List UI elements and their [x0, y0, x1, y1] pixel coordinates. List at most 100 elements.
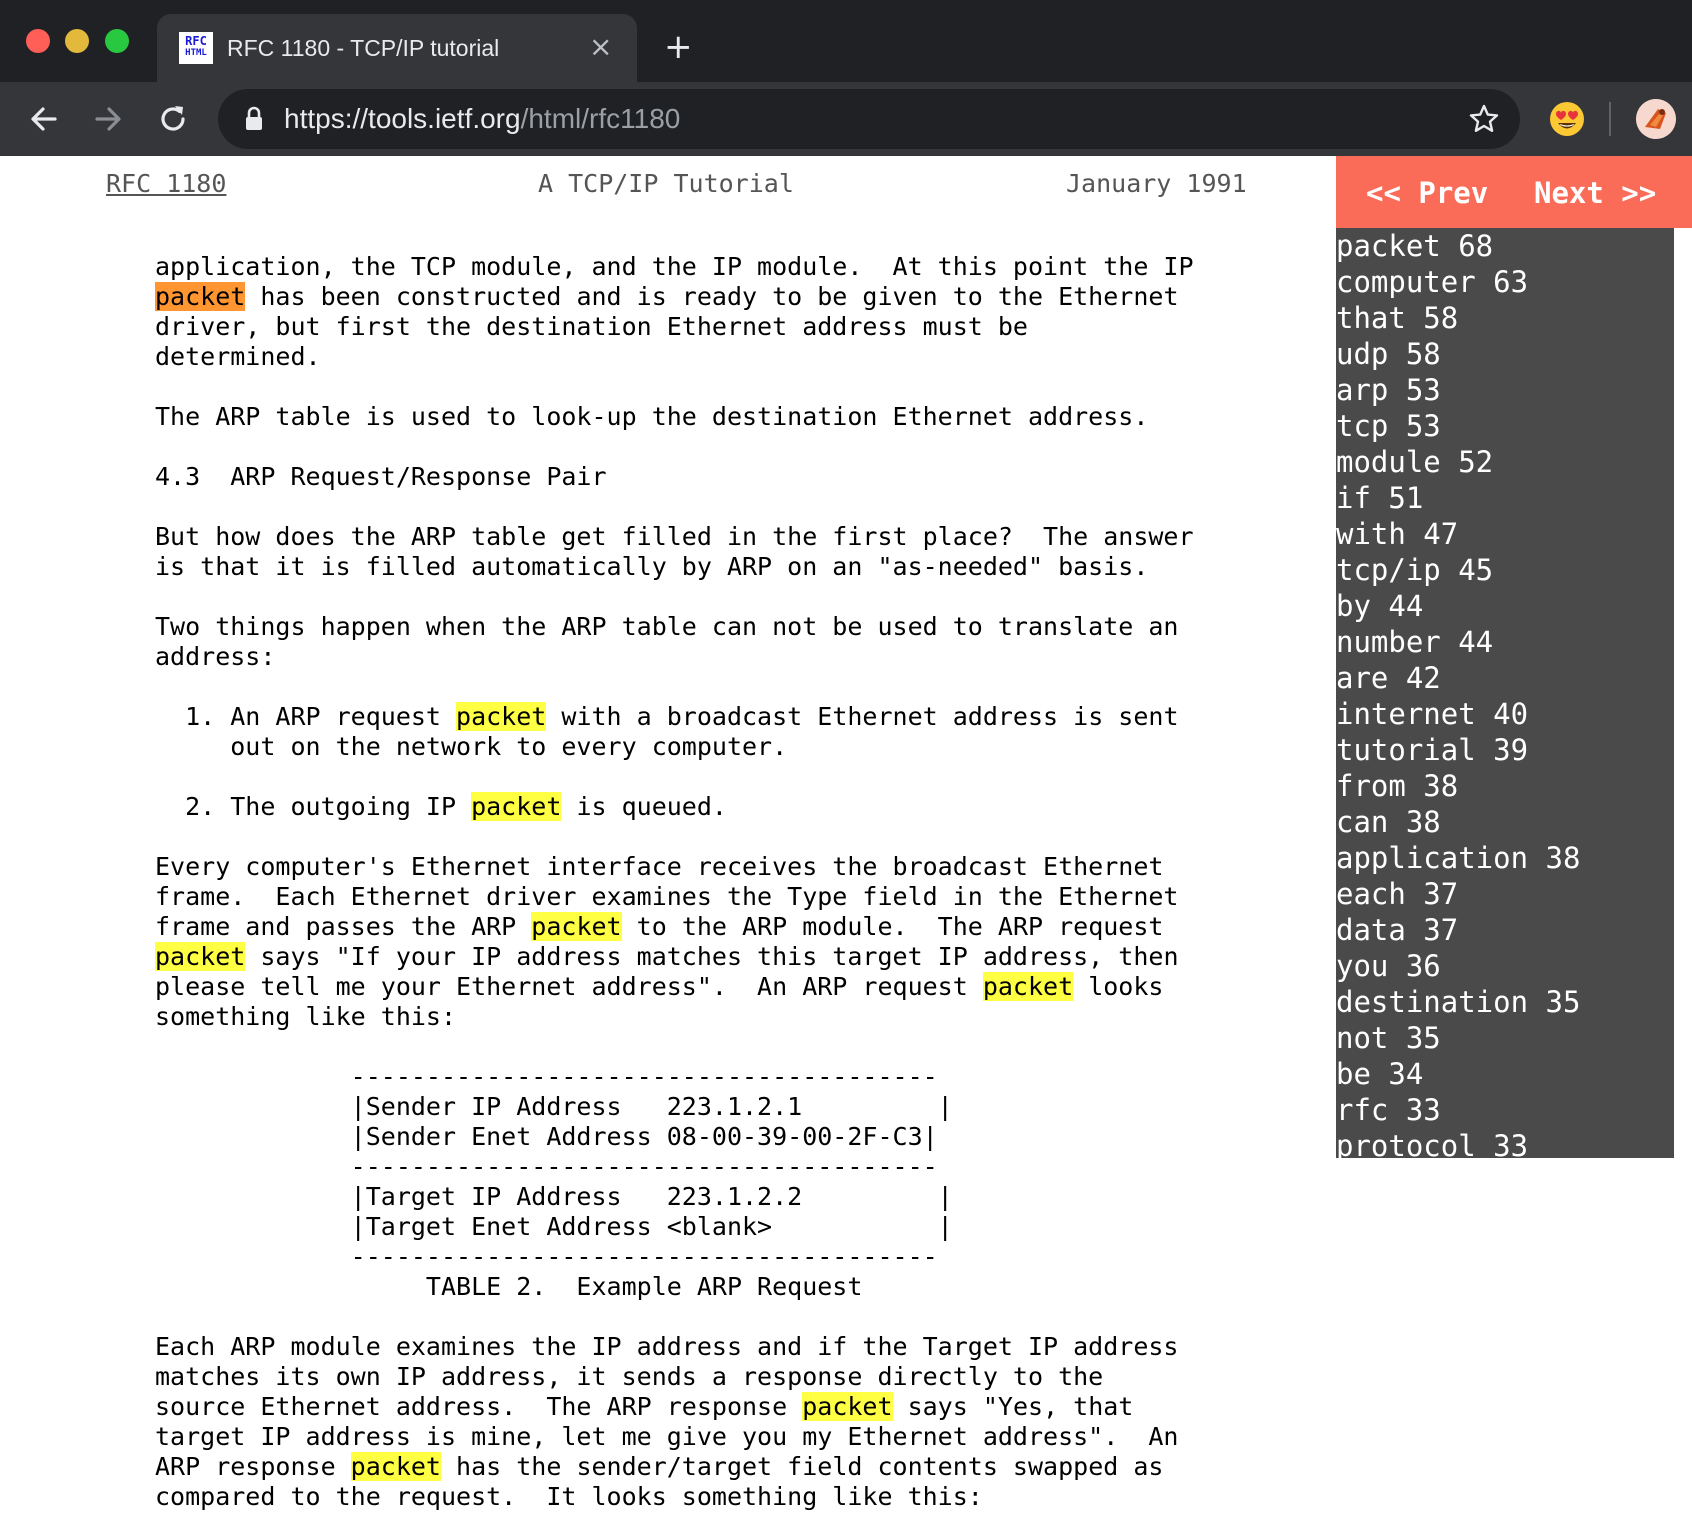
text-line: Every computer's Ethernet interface rece… — [155, 852, 1194, 882]
text-segment: 4.3 ARP Request/Response Pair — [155, 462, 607, 491]
text-segment: says "If your IP address matches this ta… — [245, 942, 1179, 971]
page-content: RFC 1180 A TCP/IP Tutorial January 1991 … — [0, 156, 1692, 1530]
word-frequency-item[interactable]: by 44 — [1336, 588, 1674, 624]
word-frequency-item[interactable]: can 38 — [1336, 804, 1674, 840]
star-icon[interactable] — [1468, 103, 1500, 135]
text-line — [155, 582, 1194, 612]
close-window-button[interactable] — [26, 29, 50, 53]
text-line: application, the TCP module, and the IP … — [155, 252, 1194, 282]
search-navigation-bar: << Prev Next >> — [1336, 156, 1692, 228]
search-match-highlight: packet — [155, 942, 246, 971]
new-tab-button[interactable]: + — [664, 30, 693, 64]
word-frequency-item[interactable]: destination 35 — [1336, 984, 1674, 1020]
word-frequency-item[interactable]: udp 58 — [1336, 336, 1674, 372]
text-line: frame. Each Ethernet driver examines the… — [155, 882, 1194, 912]
text-line — [155, 1032, 1194, 1062]
text-segment: --------------------------------------- — [155, 1152, 938, 1181]
word-frequency-item[interactable]: if 51 — [1336, 480, 1674, 516]
favicon-text-rfc: RFC — [185, 34, 207, 48]
word-frequency-item[interactable]: not 35 — [1336, 1020, 1674, 1056]
text-line: compared to the request. It looks someth… — [155, 1482, 1194, 1512]
tab-strip: RFC HTML RFC 1180 - TCP/IP tutorial × + — [0, 0, 1692, 82]
text-segment: has been constructed and is ready to be … — [245, 282, 1179, 311]
rfc-page-header: RFC 1180 A TCP/IP Tutorial January 1991 — [106, 164, 1256, 204]
word-frequency-item[interactable]: rfc 33 — [1336, 1092, 1674, 1128]
text-segment: --------------------------------------- — [155, 1062, 938, 1091]
word-frequency-item[interactable]: application 38 — [1336, 840, 1674, 876]
word-frequency-list: packet 68 computer 63 that 58 udp 58 arp 53 t… — [1336, 228, 1674, 1158]
address-bar[interactable]: https://tools.ietf.org/html/rfc1180 — [218, 89, 1520, 149]
toolbar-separator — [1609, 102, 1611, 136]
text-segment: 2. The outgoing IP — [155, 792, 472, 821]
word-frequency-item[interactable]: number 44 — [1336, 624, 1674, 660]
word-frequency-item[interactable]: tutorial 39 — [1336, 732, 1674, 768]
heart-eyes-emoji-icon[interactable] — [1548, 100, 1586, 138]
text-line: --------------------------------------- — [155, 1242, 1194, 1272]
text-segment: 1. An ARP request — [155, 702, 457, 731]
word-frequency-item[interactable]: module 52 — [1336, 444, 1674, 480]
word-frequency-item[interactable]: computer 63 — [1336, 264, 1674, 300]
browser-tab[interactable]: RFC HTML RFC 1180 - TCP/IP tutorial × — [157, 14, 637, 82]
next-match-button[interactable]: Next >> — [1534, 176, 1656, 210]
text-line: matches its own IP address, it sends a r… — [155, 1362, 1194, 1392]
text-line — [155, 762, 1194, 792]
text-segment: Two things happen when the ARP table can… — [155, 612, 1179, 641]
word-frequency-item[interactable]: tcp 53 — [1336, 408, 1674, 444]
minimize-window-button[interactable] — [65, 29, 89, 53]
back-arrow-icon[interactable] — [25, 100, 63, 138]
reload-icon[interactable] — [154, 100, 192, 138]
word-frequency-item[interactable]: internet 40 — [1336, 696, 1674, 732]
text-line — [155, 372, 1194, 402]
word-frequency-item[interactable]: each 37 — [1336, 876, 1674, 912]
tab-title: RFC 1180 - TCP/IP tutorial — [227, 35, 500, 61]
search-match-highlight: packet — [471, 792, 562, 821]
text-segment: |Sender IP Address 223.1.2.1 | — [155, 1092, 953, 1121]
maximize-window-button[interactable] — [105, 29, 129, 53]
text-segment: says "Yes, that — [892, 1392, 1134, 1421]
avatar-illustration — [1636, 99, 1676, 139]
profile-avatar-icon[interactable] — [1636, 99, 1676, 139]
search-match-highlight: packet — [982, 972, 1074, 1001]
text-line: --------------------------------------- — [155, 1062, 1194, 1092]
text-line: packet says "If your IP address matches … — [155, 942, 1194, 972]
text-line: |Sender Enet Address 08-00-39-00-2F-C3| — [155, 1122, 1194, 1152]
word-frequency-item[interactable]: data 37 — [1336, 912, 1674, 948]
rfc-number-link[interactable]: RFC 1180 — [106, 164, 226, 204]
word-frequency-item[interactable]: are 42 — [1336, 660, 1674, 696]
text-line: TABLE 2. Example ARP Request — [155, 1272, 1194, 1302]
text-line: frame and passes the ARP packet to the A… — [155, 912, 1194, 942]
text-segment: matches its own IP address, it sends a r… — [155, 1362, 1104, 1391]
text-line: is that it is filled automatically by AR… — [155, 552, 1194, 582]
text-segment: driver, but first the destination Ethern… — [155, 312, 1028, 341]
rfc-date: January 1991 — [1066, 169, 1247, 198]
lock-icon[interactable] — [244, 106, 264, 132]
text-line: address: — [155, 642, 1194, 672]
forward-arrow-icon[interactable] — [89, 100, 127, 138]
tab-close-button[interactable]: × — [589, 32, 612, 62]
url-text[interactable]: https://tools.ietf.org/html/rfc1180 — [284, 102, 680, 136]
text-line: |Target Enet Address <blank> | — [155, 1212, 1194, 1242]
text-line: driver, but first the destination Ethern… — [155, 312, 1194, 342]
word-frequency-item[interactable]: from 38 — [1336, 768, 1674, 804]
word-frequency-item[interactable]: be 34 — [1336, 1056, 1674, 1092]
text-segment: frame and passes the ARP — [155, 912, 532, 941]
text-line — [155, 1302, 1194, 1332]
text-line: target IP address is mine, let me give y… — [155, 1422, 1194, 1452]
word-frequency-item[interactable]: packet 68 — [1336, 228, 1674, 264]
text-segment: source Ethernet address. The ARP respons… — [155, 1392, 803, 1421]
prev-match-button[interactable]: << Prev — [1366, 176, 1488, 210]
word-frequency-item[interactable]: that 58 — [1336, 300, 1674, 336]
word-frequency-item[interactable]: tcp/ip 45 — [1336, 552, 1674, 588]
text-segment: address: — [155, 642, 276, 671]
text-segment: is queued. — [561, 792, 727, 821]
word-frequency-item[interactable]: with 47 — [1336, 516, 1674, 552]
text-segment: something like this: — [155, 1002, 457, 1031]
word-frequency-item[interactable]: protocol 33 — [1336, 1128, 1674, 1158]
favicon-text-html: HTML — [185, 48, 207, 58]
word-frequency-item[interactable]: you 36 — [1336, 948, 1674, 984]
word-frequency-item[interactable]: arp 53 — [1336, 372, 1674, 408]
text-line: But how does the ARP table get filled in… — [155, 522, 1194, 552]
text-segment: ARP response — [155, 1452, 351, 1481]
url-host: https://tools.ietf.org — [284, 103, 521, 134]
text-line: 4.3 ARP Request/Response Pair — [155, 462, 1194, 492]
